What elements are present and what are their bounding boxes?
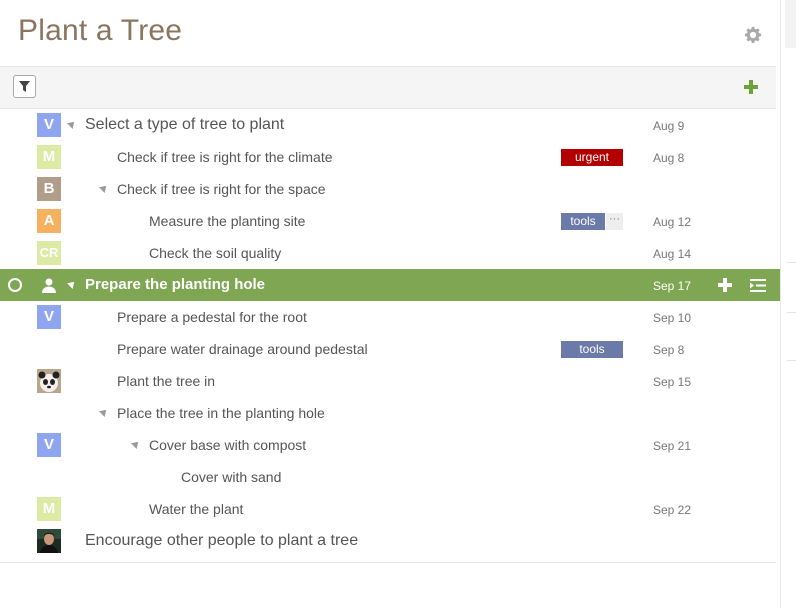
- add-subtask-icon[interactable]: [718, 278, 732, 292]
- avatar[interactable]: B: [37, 177, 61, 201]
- task-list: V Select a type of tree to plant Aug 9 M…: [0, 109, 796, 557]
- due-date[interactable]: Sep 17: [653, 279, 691, 293]
- task-row[interactable]: Encourage other people to plant a tree: [0, 525, 780, 557]
- avatar[interactable]: V: [37, 113, 61, 137]
- task-row[interactable]: Cover with sand: [0, 461, 780, 493]
- header: Plant a Tree: [0, 0, 780, 66]
- task-row[interactable]: M Check if tree is right for the climate…: [0, 141, 780, 173]
- filter-icon: [19, 81, 30, 92]
- task-row[interactable]: Prepare water drainage around pedestal t…: [0, 333, 780, 365]
- task-title[interactable]: Water the plant: [149, 501, 243, 517]
- filter-button[interactable]: [13, 75, 36, 98]
- due-date[interactable]: Aug 9: [653, 119, 684, 133]
- due-date[interactable]: Aug 8: [653, 151, 684, 165]
- panel-divider: [787, 360, 796, 361]
- complete-circle-icon[interactable]: [8, 278, 22, 292]
- collapse-triangle-icon[interactable]: [67, 119, 77, 129]
- task-row[interactable]: M Water the plant Sep 22: [0, 493, 780, 525]
- task-row[interactable]: Plant the tree in Sep 15: [0, 365, 780, 397]
- due-date[interactable]: Sep 15: [653, 375, 691, 389]
- task-title[interactable]: Cover base with compost: [149, 437, 306, 453]
- panel-shade: [785, 0, 796, 48]
- task-row[interactable]: B Check if tree is right for the space: [0, 173, 780, 205]
- task-title[interactable]: Prepare water drainage around pedestal: [117, 341, 368, 357]
- task-row-selected[interactable]: Prepare the planting hole Sep 17: [0, 269, 796, 301]
- task-row[interactable]: Place the tree in the planting hole: [0, 397, 780, 429]
- avatar[interactable]: V: [37, 305, 61, 329]
- task-row[interactable]: CR Check the soil quality Aug 14: [0, 237, 780, 269]
- avatar[interactable]: M: [37, 497, 61, 521]
- task-title[interactable]: Check if tree is right for the climate: [117, 149, 333, 165]
- list-end-divider: [0, 562, 776, 563]
- collapse-triangle-icon[interactable]: [99, 407, 109, 417]
- task-title[interactable]: Plant the tree in: [117, 373, 215, 389]
- toolbar: [0, 66, 776, 109]
- app-window: Plant a Tree V Select a type of tree to …: [0, 0, 796, 608]
- task-row[interactable]: V Prepare a pedestal for the root Sep 10: [0, 301, 780, 333]
- due-date[interactable]: Sep 8: [653, 343, 684, 357]
- panda-avatar[interactable]: [37, 369, 61, 393]
- task-title[interactable]: Check the soil quality: [149, 245, 281, 261]
- panel-divider: [787, 262, 796, 263]
- due-date[interactable]: Sep 10: [653, 311, 691, 325]
- tag-tools[interactable]: tools: [561, 341, 623, 358]
- task-title[interactable]: Measure the planting site: [149, 213, 305, 229]
- indent-icon[interactable]: [750, 279, 766, 292]
- panel-divider: [787, 312, 796, 313]
- tag-urgent[interactable]: urgent: [561, 149, 623, 166]
- task-title[interactable]: Select a type of tree to plant: [85, 116, 284, 134]
- add-task-button[interactable]: [744, 80, 758, 94]
- collapse-triangle-icon[interactable]: [67, 279, 77, 289]
- task-row[interactable]: A Measure the planting site tools ··· Au…: [0, 205, 780, 237]
- due-date[interactable]: Sep 22: [653, 503, 691, 517]
- avatar[interactable]: A: [37, 209, 61, 233]
- collapse-triangle-icon[interactable]: [99, 183, 109, 193]
- task-title[interactable]: Check if tree is right for the space: [117, 181, 326, 197]
- avatar[interactable]: M: [37, 145, 61, 169]
- task-title[interactable]: Prepare the planting hole: [85, 276, 265, 293]
- task-title[interactable]: Encourage other people to plant a tree: [85, 532, 358, 550]
- avatar[interactable]: CR: [37, 241, 61, 265]
- side-panel-edge: [780, 0, 796, 608]
- due-date[interactable]: Aug 12: [653, 215, 691, 229]
- more-tags-button[interactable]: ···: [606, 213, 623, 230]
- task-row[interactable]: V Cover base with compost Sep 21: [0, 429, 780, 461]
- task-title[interactable]: Prepare a pedestal for the root: [117, 309, 307, 325]
- avatar[interactable]: V: [37, 433, 61, 457]
- tag-tools[interactable]: tools: [561, 213, 605, 230]
- collapse-triangle-icon[interactable]: [131, 439, 141, 449]
- task-title[interactable]: Place the tree in the planting hole: [117, 405, 325, 421]
- gear-icon[interactable]: [744, 26, 762, 44]
- task-row[interactable]: V Select a type of tree to plant Aug 9: [0, 109, 780, 141]
- due-date[interactable]: Sep 21: [653, 439, 691, 453]
- task-title[interactable]: Cover with sand: [181, 469, 281, 485]
- page-title: Plant a Tree: [18, 14, 183, 47]
- due-date[interactable]: Aug 14: [653, 247, 691, 261]
- assign-person-icon[interactable]: [41, 277, 57, 293]
- person-photo-avatar[interactable]: [37, 529, 61, 553]
